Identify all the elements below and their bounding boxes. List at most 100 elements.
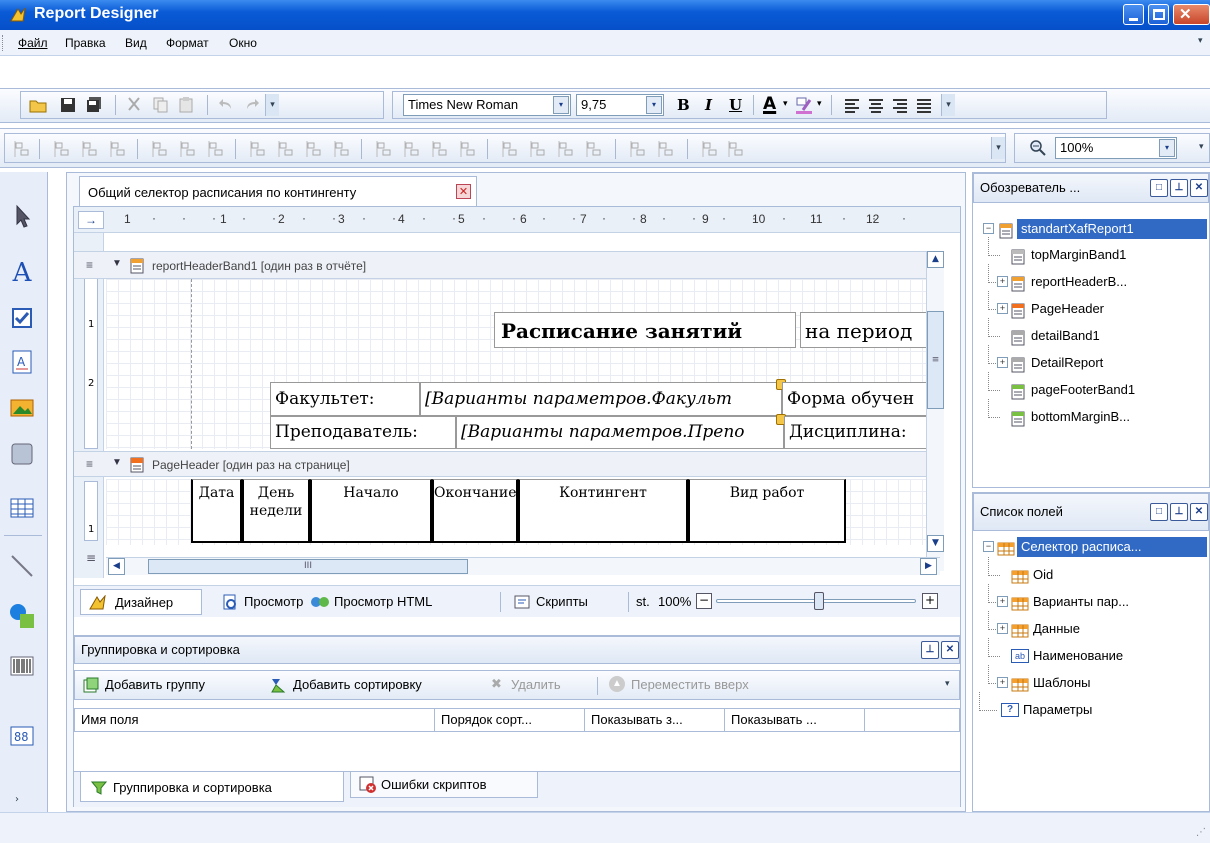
html-preview-tab[interactable]: Просмотр HTML	[310, 594, 432, 609]
justify-icon[interactable]	[915, 96, 933, 114]
teacher-label-cell[interactable]: Преподаватель:	[270, 416, 456, 449]
script-errors-tab[interactable]: Ошибки скриптов	[350, 772, 538, 798]
formatting-toolbar-overflow[interactable]: ▾	[941, 94, 955, 116]
paste-icon[interactable]	[177, 96, 195, 114]
center-horizontally-icon[interactable]	[277, 140, 295, 158]
align-bottoms-icon[interactable]	[207, 140, 225, 158]
size-to-control-height-icon[interactable]	[333, 140, 351, 158]
table-tool-icon[interactable]	[8, 494, 36, 522]
size-to-control-icon[interactable]	[305, 140, 323, 158]
bring-to-front-icon[interactable]	[701, 140, 719, 158]
align-center-icon[interactable]	[867, 96, 885, 114]
standard-toolbar-overflow[interactable]: ▾	[265, 94, 279, 116]
menu-overflow-icon[interactable]: ▾	[1198, 36, 1203, 46]
font-size-combo[interactable]: 9,75 ▾	[576, 94, 664, 116]
menu-view[interactable]: Вид	[125, 36, 147, 50]
expand-icon[interactable]: +	[997, 276, 1008, 287]
align-lefts-icon[interactable]	[53, 140, 71, 158]
align-middles-icon[interactable]	[179, 140, 197, 158]
scroll-right-icon[interactable]: ▶	[920, 558, 937, 575]
toolbox-scroll-icon[interactable]: ›	[15, 794, 19, 805]
align-to-grid-icon[interactable]	[13, 140, 31, 158]
vertical-spacing-equal-icon[interactable]	[501, 140, 519, 158]
vertical-spacing-remove-icon[interactable]	[585, 140, 603, 158]
period-cell[interactable]: на период	[800, 312, 940, 348]
fore-color-dropdown-icon[interactable]: ▾	[783, 99, 788, 109]
horizontal-spacing-increase-icon[interactable]	[403, 140, 421, 158]
grouping-column-header[interactable]: Имя поля	[75, 709, 435, 731]
tree-item-band[interactable]: + PageHeader	[983, 291, 1210, 319]
minimize-button[interactable]	[1123, 4, 1144, 25]
align-centers-icon[interactable]	[81, 140, 99, 158]
layout-toolbar-overflow[interactable]: ▾	[991, 137, 1005, 159]
align-tops-icon[interactable]	[151, 140, 169, 158]
zoom-out-button[interactable]: −	[696, 593, 712, 609]
zoom-slider-thumb[interactable]	[814, 592, 824, 610]
scroll-down-icon[interactable]: ▼	[927, 535, 944, 552]
pointer-tool-icon[interactable]	[8, 202, 36, 230]
close-panel-icon[interactable]: ✕	[1190, 503, 1208, 521]
close-tab-icon[interactable]: ✕	[456, 184, 471, 199]
tree-item-band[interactable]: + DetailReport	[983, 345, 1210, 373]
send-to-back-icon[interactable]	[727, 140, 745, 158]
scroll-thumb[interactable]: ≡	[927, 311, 944, 409]
move-up-button[interactable]: ▲ Переместить вверх	[609, 676, 749, 692]
center-in-form-vertical-icon[interactable]	[657, 140, 675, 158]
label-tool-icon[interactable]: A	[8, 258, 36, 288]
copy-icon[interactable]	[151, 96, 169, 114]
collapse-band-icon[interactable]: ▼	[112, 457, 122, 468]
expand-icon[interactable]: +	[997, 623, 1008, 634]
maximize-panel-icon[interactable]: □	[1150, 179, 1168, 197]
grouping-tab[interactable]: Группировка и сортировка	[80, 772, 344, 802]
field-tree-parameters[interactable]: ? Параметры	[979, 692, 1210, 720]
vertical-spacing-increase-icon[interactable]	[529, 140, 547, 158]
maximize-panel-icon[interactable]: □	[1150, 503, 1168, 521]
font-name-combo[interactable]: Times New Roman ▾	[403, 94, 571, 116]
resize-grip-icon[interactable]: ⋰	[1196, 827, 1206, 838]
underline-button[interactable]: U	[729, 96, 742, 114]
close-panel-icon[interactable]: ✕	[941, 641, 959, 659]
menu-file[interactable]: Файл	[18, 36, 48, 50]
horizontal-spacing-remove-icon[interactable]	[459, 140, 477, 158]
column-header-cell[interactable]: Окончание	[432, 479, 518, 543]
column-header-cell[interactable]: Дата	[191, 479, 242, 543]
zoom-toolbar-overflow[interactable]: ▾	[1199, 142, 1204, 152]
italic-button[interactable]: I	[705, 96, 712, 114]
report-title-cell[interactable]: Расписание занятий	[494, 312, 796, 348]
faculty-value-cell[interactable]: [Варианты параметров.Факульт	[420, 382, 782, 416]
zoom-icon[interactable]	[1029, 139, 1047, 157]
align-right-icon[interactable]	[891, 96, 909, 114]
vertical-spacing-decrease-icon[interactable]	[557, 140, 575, 158]
save-all-icon[interactable]	[85, 96, 103, 114]
align-rights-icon[interactable]	[109, 140, 127, 158]
menu-window[interactable]: Окно	[229, 36, 257, 50]
expand-icon[interactable]: +	[997, 303, 1008, 314]
fore-color-button[interactable]: A	[763, 94, 776, 114]
column-header-cell[interactable]: Начало	[310, 479, 432, 543]
horizontal-spacing-equal-icon[interactable]	[375, 140, 393, 158]
tree-item-band[interactable]: detailBand1	[983, 318, 1210, 346]
redo-icon[interactable]	[243, 96, 261, 114]
close-button[interactable]: ✕	[1173, 4, 1210, 25]
vertical-scrollbar[interactable]: ▲ ≡ ▼	[926, 251, 944, 571]
scripts-tab[interactable]: Скрипты	[514, 594, 588, 609]
field-tree-item[interactable]: + Данные	[983, 611, 1210, 639]
collapse-band-icon[interactable]: ▼	[112, 258, 122, 269]
tree-item-band[interactable]: topMarginBand1	[983, 237, 1210, 265]
horizontal-spacing-decrease-icon[interactable]	[431, 140, 449, 158]
field-tree-item[interactable]: ab Наименование	[983, 638, 1210, 666]
field-tree-item[interactable]: + Шаблоны	[983, 665, 1210, 693]
center-in-form-horizontal-icon[interactable]	[629, 140, 647, 158]
open-icon[interactable]	[29, 96, 47, 114]
size-to-grid-icon[interactable]	[249, 140, 267, 158]
ruler-toggle-icon[interactable]: →	[78, 211, 104, 229]
document-tab[interactable]: Общий селектор расписания по контингенту…	[79, 176, 477, 206]
designer-tab[interactable]: Дизайнер	[80, 589, 202, 615]
pin-icon[interactable]: ⊥	[1170, 503, 1188, 521]
bold-button[interactable]: B	[677, 96, 690, 114]
checkbox-tool-icon[interactable]	[8, 304, 36, 332]
field-tree-item[interactable]: Oid	[983, 557, 1210, 585]
zipcode-tool-icon[interactable]: 88	[8, 722, 36, 750]
maximize-button[interactable]	[1148, 4, 1169, 25]
menu-edit[interactable]: Правка	[65, 36, 106, 50]
